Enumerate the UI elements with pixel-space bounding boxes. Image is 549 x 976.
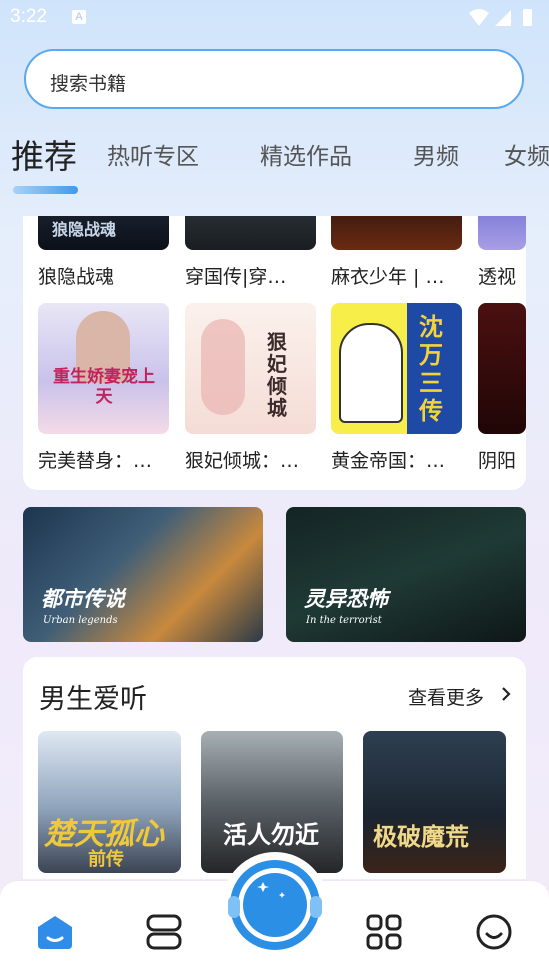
cover-text: 狼隐战魂 xyxy=(52,220,117,239)
bookshelf-icon[interactable] xyxy=(144,912,184,952)
status-time: 3:22 xyxy=(10,6,47,27)
player-button[interactable] xyxy=(222,852,328,958)
cover-text: 沈万三传 xyxy=(419,313,443,425)
notification-icon: A xyxy=(72,10,86,24)
book-cover[interactable]: 狠妃倾城 xyxy=(185,303,316,434)
book-cover[interactable] xyxy=(478,303,526,434)
book-title[interactable]: 阴阳 xyxy=(478,446,526,473)
chevron-right-icon[interactable] xyxy=(500,686,512,702)
banner-title: 灵异恐怖 xyxy=(304,587,388,611)
tab-male[interactable]: 男频 xyxy=(413,137,459,171)
book-cover[interactable]: 沈万三传 xyxy=(331,303,462,434)
tab-recommend[interactable]: 推荐 xyxy=(11,130,77,178)
banner-urban-legends[interactable]: 都市传说 Urban legends xyxy=(23,507,263,642)
view-more-link[interactable]: 查看更多 xyxy=(408,683,484,710)
cover-text: 重生娇妻宠上天 xyxy=(53,367,155,407)
status-bar: 3:22 A xyxy=(0,0,549,36)
book-title[interactable]: 黄金帝国：… xyxy=(331,446,462,473)
book-cover[interactable] xyxy=(478,216,526,250)
tab-hot-listen[interactable]: 热听专区 xyxy=(107,137,199,171)
cover-subtext: 前传 xyxy=(88,849,124,870)
cover-text: 极破魔荒 xyxy=(373,823,469,851)
home-icon[interactable] xyxy=(35,912,75,952)
tab-selected-works[interactable]: 精选作品 xyxy=(260,137,352,171)
book-title[interactable]: 完美替身：… xyxy=(38,446,169,473)
male-favorites-card: 男生爱听 查看更多 楚天孤心 前传 活人勿近 极破魔荒 xyxy=(23,657,526,879)
book-cover[interactable]: 重生娇妻宠上天 xyxy=(38,303,169,434)
book-title[interactable]: 穿国传|穿… xyxy=(185,262,316,289)
status-icons xyxy=(469,9,532,26)
book-grid-card: 狼隐战魂 狼隐战魂 穿国传|穿… 麻衣少年 | … 透视 重生娇妻宠上天 狠妃倾… xyxy=(23,216,526,490)
book-cover[interactable]: 楚天孤心 前传 xyxy=(38,731,181,873)
book-title[interactable]: 狠妃倾城：… xyxy=(185,446,316,473)
profile-icon[interactable] xyxy=(474,912,514,952)
book-cover[interactable]: 狼隐战魂 xyxy=(38,216,169,250)
tab-female[interactable]: 女频 xyxy=(504,137,549,171)
cover-text: 狠妃倾城 xyxy=(267,330,287,420)
section-title: 男生爱听 xyxy=(39,684,147,715)
book-cover[interactable]: 极破魔荒 xyxy=(363,731,506,873)
tab-indicator xyxy=(13,186,78,194)
banner-subtitle: Urban legends xyxy=(43,615,118,626)
book-title[interactable]: 狼隐战魂 xyxy=(38,262,169,289)
book-cover[interactable] xyxy=(185,216,316,250)
banner-terror[interactable]: 灵异恐怖 In the terrorist xyxy=(286,507,526,642)
search-placeholder: 搜索书籍 xyxy=(50,73,127,95)
banner-title: 都市传说 xyxy=(41,587,125,611)
player-icon xyxy=(228,860,322,950)
book-cover[interactable] xyxy=(331,216,462,250)
book-title[interactable]: 麻衣少年 | … xyxy=(331,262,462,289)
category-icon[interactable] xyxy=(364,912,404,952)
banner-subtitle: In the terrorist xyxy=(306,615,382,626)
search-bar[interactable]: 搜索书籍 xyxy=(24,49,524,109)
book-title[interactable]: 透视 xyxy=(478,262,526,289)
cover-text: 活人勿近 xyxy=(223,821,319,849)
